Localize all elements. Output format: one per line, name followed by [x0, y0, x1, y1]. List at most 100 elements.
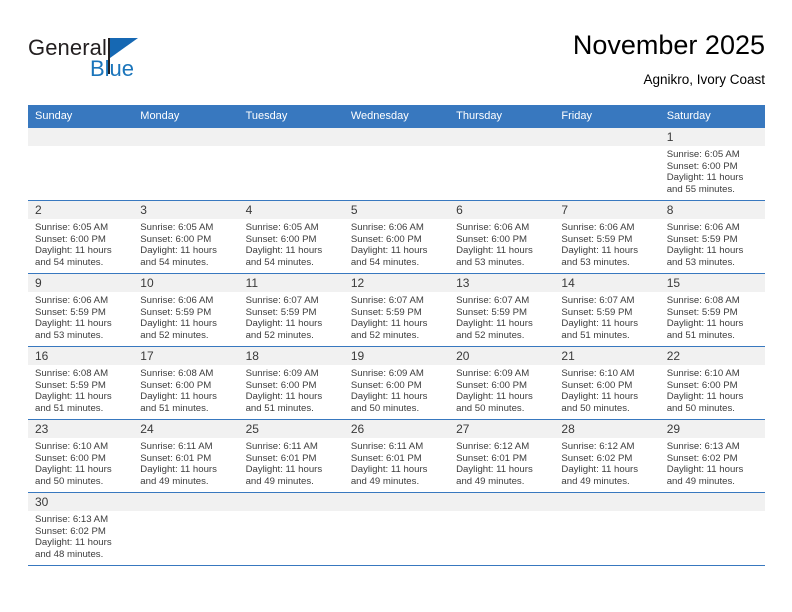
day-number-placeholder — [343, 128, 450, 146]
daylight-duration-line2: and 54 minutes. — [35, 256, 104, 268]
calendar-day-cell[interactable]: 10 Sunrise: 6:06 AM Sunset: 5:59 PM Dayligh… — [133, 273, 239, 347]
daylight-duration-line2: and 49 minutes. — [456, 475, 525, 487]
calendar-day-cell[interactable]: 11 Sunrise: 6:07 AM Sunset: 5:59 PM Dayligh… — [238, 273, 344, 347]
logo-triangle-icon — [110, 38, 138, 58]
calendar-day-cell[interactable]: 17 Sunrise: 6:08 AM Sunset: 6:00 PM Dayligh… — [133, 346, 239, 420]
weekday-header-thursday: Thursday — [449, 105, 555, 128]
sunrise-time: Sunrise: 6:09 AM — [350, 368, 424, 379]
calendar-day-cell-empty — [659, 492, 765, 566]
sunset-time: Sunset: 6:00 PM — [35, 452, 106, 464]
day-details: Sunrise: 6:11 AM Sunset: 6:01 PM Daylight:… — [133, 438, 238, 487]
daylight-duration-line2: and 49 minutes. — [350, 475, 420, 487]
sunset-time: Sunset: 6:00 PM — [456, 233, 528, 245]
calendar-day-cell[interactable]: 1 Sunrise: 6:05 AM Sunset: 6:00 PM Daylight… — [659, 127, 765, 201]
daylight-duration-line2: and 51 minutes. — [245, 402, 314, 414]
weekday-header-row: Sunday Monday Tuesday Wednesday Thursday… — [28, 105, 765, 128]
calendar-day-cell-empty — [449, 127, 555, 201]
calendar-day-cell[interactable]: 22 Sunrise: 6:10 AM Sunset: 6:00 PM Dayligh… — [659, 346, 765, 420]
sunset-time: Sunset: 6:02 PM — [35, 525, 106, 537]
sunrise-time: Sunrise: 6:07 AM — [245, 295, 319, 306]
calendar-day-cell[interactable]: 9 Sunrise: 6:06 AM Sunset: 5:59 PM Daylight… — [28, 273, 134, 347]
daylight-duration-line2: and 50 minutes. — [561, 402, 630, 414]
calendar-day-cell[interactable]: 13 Sunrise: 6:07 AM Sunset: 5:59 PM Dayligh… — [449, 273, 555, 347]
calendar-day-cell[interactable]: 7 Sunrise: 6:06 AM Sunset: 5:59 PM Daylight… — [554, 200, 660, 274]
calendar-body: 1 Sunrise: 6:05 AM Sunset: 6:00 PM Daylight… — [28, 127, 765, 566]
calendar-day-cell[interactable]: 19 Sunrise: 6:09 AM Sunset: 6:00 PM Dayligh… — [343, 346, 450, 420]
daylight-duration-line2: and 52 minutes. — [140, 329, 209, 341]
daylight-duration-line1: Daylight: 11 hours — [350, 391, 428, 403]
day-number: 24 — [133, 420, 239, 438]
day-details: Sunrise: 6:08 AM Sunset: 5:59 PM Daylight:… — [660, 292, 765, 341]
day-number-placeholder — [133, 493, 239, 511]
sunset-time: Sunset: 6:01 PM — [350, 452, 422, 464]
sunset-time: Sunset: 5:59 PM — [350, 306, 422, 318]
sunrise-time: Sunrise: 6:11 AM — [140, 441, 213, 452]
calendar-week-row: 30 Sunrise: 6:13 AM Sunset: 6:02 PM Dayligh… — [28, 492, 765, 566]
calendar-day-cell[interactable]: 24 Sunrise: 6:11 AM Sunset: 6:01 PM Dayligh… — [133, 419, 239, 493]
sunrise-time: Sunrise: 6:10 AM — [35, 441, 109, 452]
calendar-day-cell[interactable]: 29 Sunrise: 6:13 AM Sunset: 6:02 PM Dayligh… — [659, 419, 765, 493]
daylight-duration-line2: and 50 minutes. — [666, 402, 735, 414]
day-details: Sunrise: 6:06 AM Sunset: 5:59 PM Daylight:… — [133, 292, 238, 341]
daylight-duration-line2: and 52 minutes. — [350, 329, 420, 341]
weekday-header-sunday: Sunday — [28, 105, 134, 128]
calendar-day-cell[interactable]: 20 Sunrise: 6:09 AM Sunset: 6:00 PM Dayligh… — [449, 346, 555, 420]
day-details: Sunrise: 6:10 AM Sunset: 6:00 PM Daylight:… — [28, 438, 133, 487]
calendar-day-cell[interactable]: 25 Sunrise: 6:11 AM Sunset: 6:01 PM Dayligh… — [238, 419, 344, 493]
day-number: 22 — [659, 347, 765, 365]
calendar-day-cell[interactable]: 4 Sunrise: 6:05 AM Sunset: 6:00 PM Daylight… — [238, 200, 344, 274]
sunset-time: Sunset: 5:59 PM — [561, 233, 633, 245]
calendar-week-row: 2 Sunrise: 6:05 AM Sunset: 6:00 PM Daylight… — [28, 200, 765, 274]
day-number: 6 — [449, 201, 555, 219]
sunset-time: Sunset: 6:00 PM — [350, 233, 422, 245]
sunrise-time: Sunrise: 6:07 AM — [350, 295, 424, 306]
daylight-duration-line1: Daylight: 11 hours — [245, 391, 323, 403]
daylight-duration-line2: and 48 minutes. — [35, 548, 104, 560]
calendar-day-cell[interactable]: 16 Sunrise: 6:08 AM Sunset: 5:59 PM Dayligh… — [28, 346, 134, 420]
daylight-duration-line1: Daylight: 11 hours — [245, 245, 323, 257]
sunset-time: Sunset: 5:59 PM — [666, 306, 738, 318]
day-details: Sunrise: 6:09 AM Sunset: 6:00 PM Daylight:… — [239, 365, 344, 414]
calendar-day-cell[interactable]: 6 Sunrise: 6:06 AM Sunset: 6:00 PM Daylight… — [449, 200, 555, 274]
sunrise-time: Sunrise: 6:06 AM — [561, 222, 635, 233]
day-details: Sunrise: 6:07 AM Sunset: 5:59 PM Daylight:… — [344, 292, 449, 341]
title-block: November 2025 Agnikro, Ivory Coast — [573, 28, 765, 90]
calendar-day-cell[interactable]: 15 Sunrise: 6:08 AM Sunset: 5:59 PM Dayligh… — [659, 273, 765, 347]
day-details: Sunrise: 6:05 AM Sunset: 6:00 PM Daylight:… — [133, 219, 238, 268]
daylight-duration-line2: and 49 minutes. — [561, 475, 630, 487]
daylight-duration-line2: and 49 minutes. — [245, 475, 314, 487]
calendar-day-cell[interactable]: 14 Sunrise: 6:07 AM Sunset: 5:59 PM Dayligh… — [554, 273, 660, 347]
calendar-day-cell[interactable]: 30 Sunrise: 6:13 AM Sunset: 6:02 PM Dayligh… — [28, 492, 134, 566]
daylight-duration-line2: and 50 minutes. — [35, 475, 104, 487]
day-number: 28 — [554, 420, 660, 438]
calendar-day-cell[interactable]: 23 Sunrise: 6:10 AM Sunset: 6:00 PM Dayligh… — [28, 419, 134, 493]
daylight-duration-line1: Daylight: 11 hours — [456, 318, 533, 330]
calendar-day-cell[interactable]: 5 Sunrise: 6:06 AM Sunset: 6:00 PM Daylight… — [343, 200, 450, 274]
sunrise-time: Sunrise: 6:13 AM — [35, 514, 109, 525]
sunrise-time: Sunrise: 6:12 AM — [561, 441, 635, 452]
calendar-day-cell[interactable]: 21 Sunrise: 6:10 AM Sunset: 6:00 PM Dayligh… — [554, 346, 660, 420]
day-details: Sunrise: 6:07 AM Sunset: 5:59 PM Daylight:… — [449, 292, 554, 341]
day-number: 18 — [238, 347, 344, 365]
calendar-day-cell[interactable]: 18 Sunrise: 6:09 AM Sunset: 6:00 PM Dayligh… — [238, 346, 344, 420]
daylight-duration-line1: Daylight: 11 hours — [350, 318, 428, 330]
calendar-day-cell[interactable]: 28 Sunrise: 6:12 AM Sunset: 6:02 PM Dayligh… — [554, 419, 660, 493]
calendar-day-cell[interactable]: 3 Sunrise: 6:05 AM Sunset: 6:00 PM Daylight… — [133, 200, 239, 274]
day-details: Sunrise: 6:06 AM Sunset: 6:00 PM Daylight:… — [449, 219, 554, 268]
sunrise-time: Sunrise: 6:10 AM — [666, 368, 740, 379]
calendar-day-cell[interactable]: 2 Sunrise: 6:05 AM Sunset: 6:00 PM Daylight… — [28, 200, 134, 274]
weekday-header-saturday: Saturday — [659, 105, 765, 128]
sunset-time: Sunset: 6:02 PM — [666, 452, 738, 464]
sunrise-time: Sunrise: 6:05 AM — [140, 222, 214, 233]
calendar-day-cell[interactable]: 12 Sunrise: 6:07 AM Sunset: 5:59 PM Dayligh… — [343, 273, 450, 347]
sunset-time: Sunset: 6:01 PM — [456, 452, 528, 464]
day-number-placeholder — [449, 493, 555, 511]
day-number: 3 — [133, 201, 239, 219]
day-details: Sunrise: 6:06 AM Sunset: 5:59 PM Daylight:… — [554, 219, 659, 268]
calendar-day-cell[interactable]: 8 Sunrise: 6:06 AM Sunset: 5:59 PM Daylight… — [659, 200, 765, 274]
day-number: 23 — [28, 420, 134, 438]
daylight-duration-line1: Daylight: 11 hours — [456, 391, 533, 403]
calendar-day-cell-empty — [343, 127, 450, 201]
calendar-day-cell[interactable]: 27 Sunrise: 6:12 AM Sunset: 6:01 PM Dayligh… — [449, 419, 555, 493]
calendar-day-cell[interactable]: 26 Sunrise: 6:11 AM Sunset: 6:01 PM Dayligh… — [343, 419, 450, 493]
